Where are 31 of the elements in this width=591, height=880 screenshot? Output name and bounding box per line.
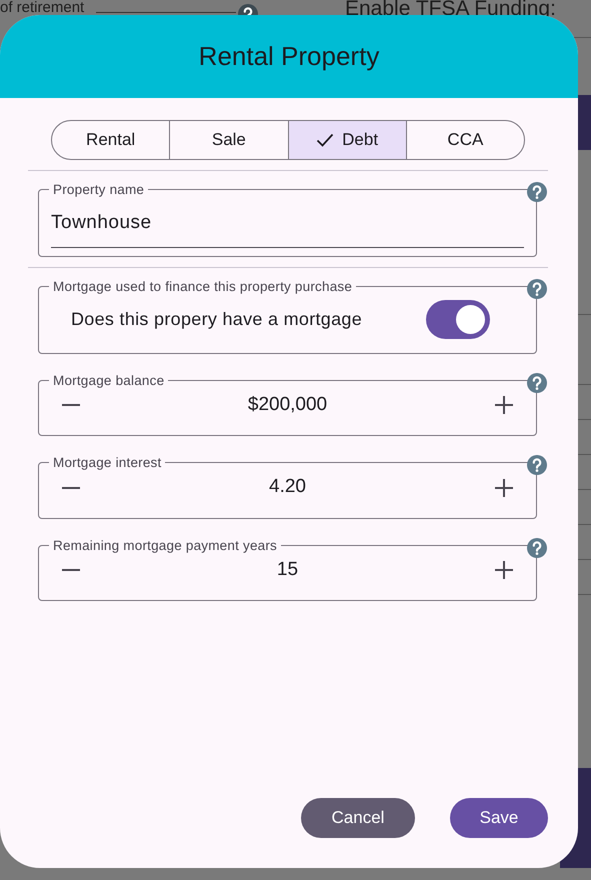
toggle-switch[interactable]	[426, 300, 490, 338]
field-label: Remaining mortgage payment years	[52, 538, 278, 552]
segment-tab[interactable]: Rental	[52, 121, 170, 159]
field-label: Mortgage used to finance this property purchase	[52, 280, 354, 294]
help-icon[interactable]	[527, 279, 547, 299]
plus-icon	[494, 560, 514, 580]
help-icon[interactable]	[527, 182, 547, 202]
stepper-value: 15	[276, 558, 298, 582]
minus-icon	[61, 486, 81, 488]
field-label: Mortgage interest	[52, 456, 162, 470]
save-button[interactable]: Save	[450, 798, 548, 838]
segment-tab[interactable]: CCA	[406, 121, 524, 159]
help-icon[interactable]	[527, 455, 547, 475]
field-label: of retirement	[0, 0, 84, 15]
field-label: Mortgage balance	[52, 374, 166, 387]
segment-tab[interactable]: Debt	[288, 121, 406, 159]
toggle-label: Does this propery have a mortgage	[71, 308, 362, 331]
field-label: Property name	[52, 183, 146, 196]
dialog-title: Rental Property	[198, 40, 380, 72]
help-icon[interactable]	[527, 538, 547, 558]
cancel-button[interactable]: Cancel	[301, 798, 415, 838]
stepper-value: $200,000	[248, 392, 328, 417]
plus-icon	[494, 395, 514, 415]
minus-icon	[61, 569, 81, 571]
field-label: Enable TFSA Funding:	[345, 0, 556, 22]
minus-icon	[61, 404, 81, 406]
plus-icon	[494, 478, 514, 498]
text-field[interactable]: Property name Townhouse	[38, 183, 537, 257]
stepper-value: 4.20	[269, 475, 306, 500]
help-icon[interactable]	[527, 372, 547, 392]
check-icon	[316, 133, 334, 147]
